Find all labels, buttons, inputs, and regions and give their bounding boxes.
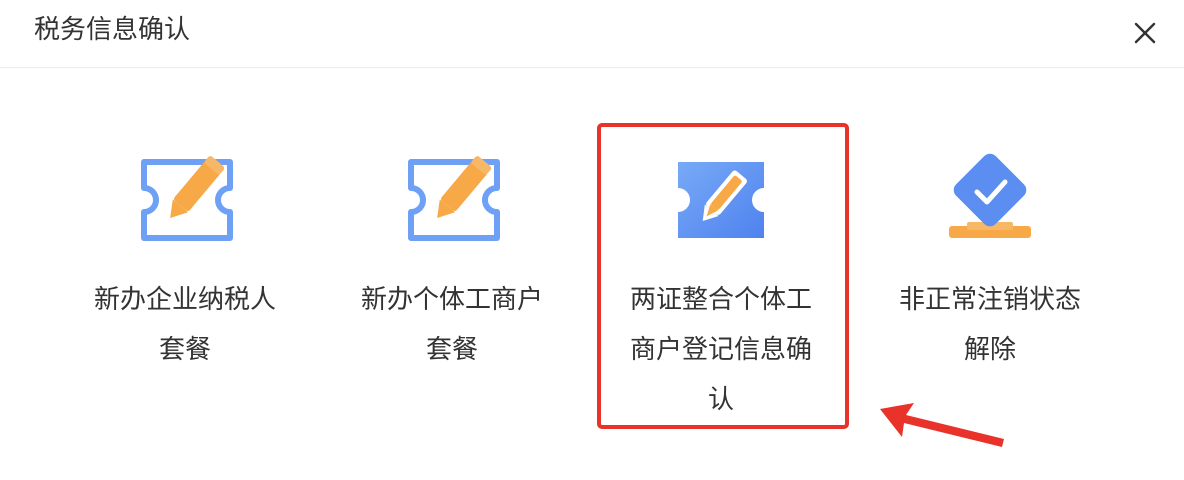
card-new-enterprise-taxpayer-package[interactable]: 新办企业纳税人 套餐 [60, 120, 310, 430]
card-label-line1: 新办个体工商户 [360, 285, 543, 315]
card-label-line2: 解除 [963, 335, 1016, 365]
tax-info-confirm-dialog: 税务信息确认 新办企业纳税人 套餐 新办个体工商户 套餐 两证整合个体工 商户登… [0, 0, 1184, 480]
card-label-line1: 非正常注销状态 [898, 285, 1081, 315]
ticket-pencil-icon [666, 150, 776, 250]
card-label-line2: 商户登记信息确 [629, 335, 812, 365]
card-label-line3: 认 [707, 385, 734, 415]
card-two-cert-integration-confirm[interactable]: 两证整合个体工 商户登记信息确 认 [596, 120, 846, 430]
edit-pencil-icon [130, 150, 240, 250]
vote-check-icon [935, 150, 1045, 250]
card-label-line2: 套餐 [158, 335, 211, 365]
card-abnormal-deregistration-release[interactable]: 非正常注销状态 解除 [865, 120, 1115, 430]
dialog-header: 税务信息确认 [0, 0, 1184, 68]
close-icon [1134, 22, 1156, 44]
card-label-line1: 两证整合个体工 [629, 285, 812, 315]
card-label-line2: 套餐 [425, 335, 478, 365]
close-button[interactable] [1130, 18, 1160, 48]
card-new-individual-business-package[interactable]: 新办个体工商户 套餐 [327, 120, 577, 430]
card-label-line1: 新办企业纳税人 [93, 285, 276, 315]
edit-pencil-icon [397, 150, 507, 250]
dialog-title: 税务信息确认 [34, 15, 191, 45]
